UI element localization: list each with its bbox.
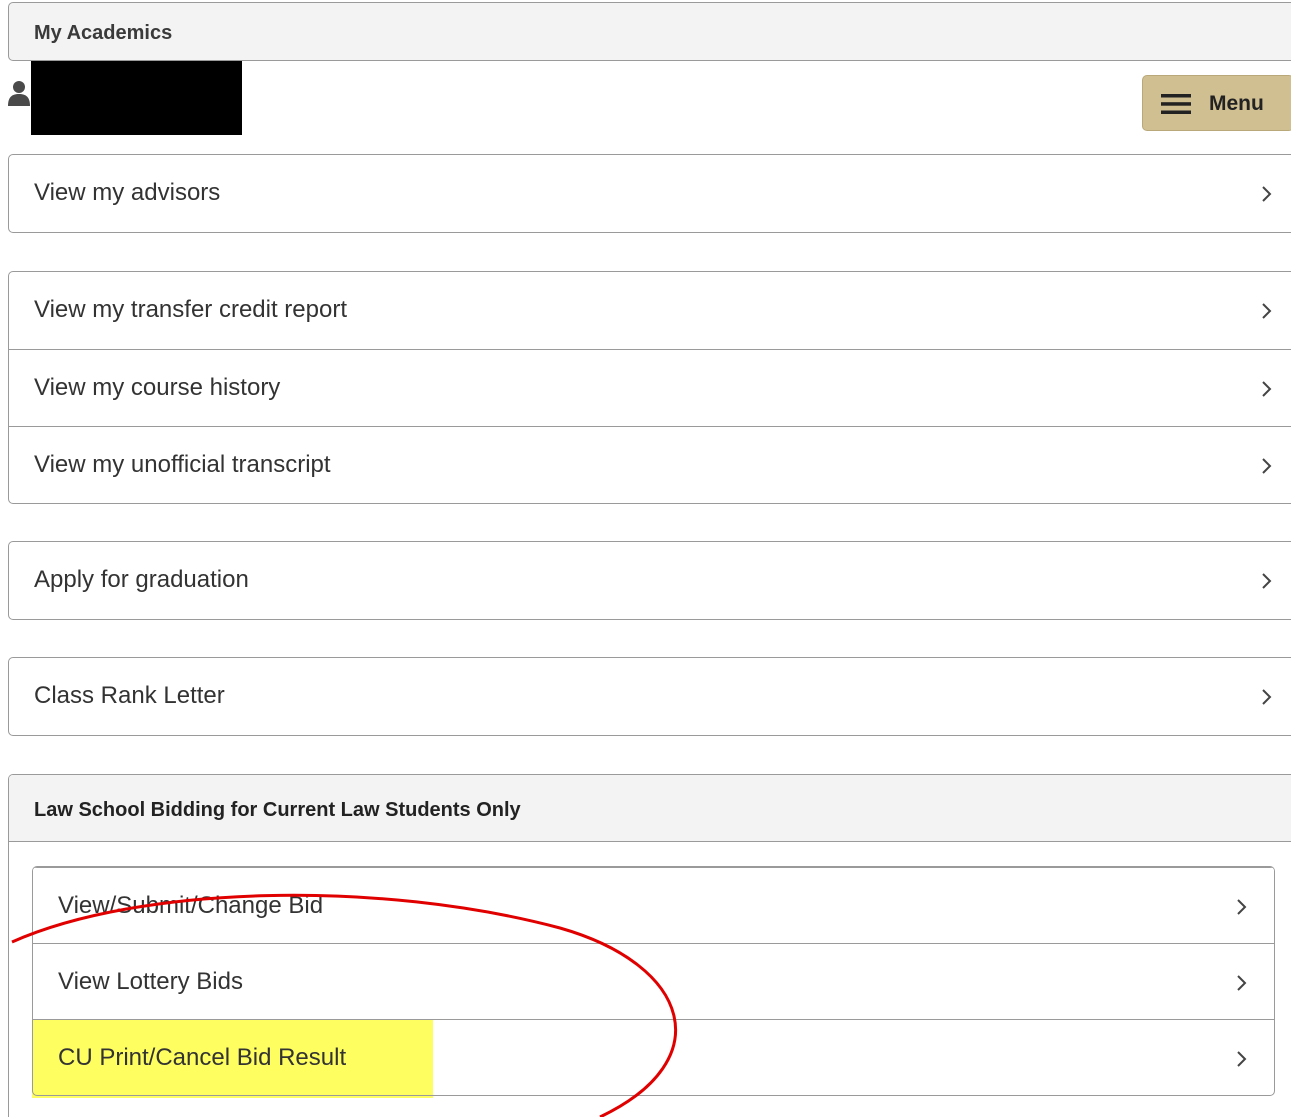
bidding-list: View/Submit/Change Bid View Lottery Bids… [32, 866, 1275, 1096]
class-rank-group: Class Rank Letter [8, 657, 1291, 736]
list-item-label: Class Rank Letter [34, 682, 225, 709]
list-item-label: View Lottery Bids [58, 968, 243, 995]
list-item-view-advisors[interactable]: View my advisors [9, 155, 1291, 232]
list-item-label: View my unofficial transcript [34, 451, 331, 478]
list-item-print-cancel-bid[interactable]: CU Print/Cancel Bid Result [33, 1019, 1274, 1095]
chevron-right-icon [1237, 975, 1247, 991]
list-item-transfer-credit[interactable]: View my transfer credit report [9, 272, 1291, 349]
list-item-class-rank-letter[interactable]: Class Rank Letter [9, 658, 1291, 735]
list-item-lottery-bids[interactable]: View Lottery Bids [33, 943, 1274, 1019]
hamburger-icon [1161, 94, 1191, 114]
graduation-group: Apply for graduation [8, 541, 1291, 620]
section-title: Law School Bidding for Current Law Stude… [34, 799, 521, 821]
chevron-right-icon [1262, 689, 1272, 705]
list-item-course-history[interactable]: View my course history [9, 349, 1291, 426]
list-item-label: View my transfer credit report [34, 296, 347, 323]
list-item-label: CU Print/Cancel Bid Result [58, 1044, 347, 1071]
list-item-label: Apply for graduation [34, 566, 249, 593]
user-icon [8, 81, 30, 106]
chevron-right-icon [1262, 458, 1272, 474]
redacted-user-name [31, 61, 242, 135]
records-group: View my transfer credit report View my c… [8, 271, 1291, 504]
chevron-right-icon [1262, 303, 1272, 319]
menu-button[interactable]: Menu [1142, 75, 1291, 131]
chevron-right-icon [1262, 186, 1272, 202]
list-item-submit-bid[interactable]: View/Submit/Change Bid [33, 867, 1274, 943]
list-item-label: View/Submit/Change Bid [58, 892, 324, 919]
advisors-group: View my advisors [8, 154, 1291, 233]
chevron-right-icon [1262, 573, 1272, 589]
chevron-right-icon [1237, 1051, 1247, 1067]
chevron-right-icon [1237, 899, 1247, 915]
list-item-label: View my advisors [34, 179, 221, 206]
menu-label: Menu [1209, 92, 1264, 115]
list-item-label: View my course history [34, 374, 281, 401]
page-title: My Academics [34, 22, 173, 44]
list-item-apply-graduation[interactable]: Apply for graduation [9, 542, 1291, 619]
list-item-unofficial-transcript[interactable]: View my unofficial transcript [9, 426, 1291, 503]
page-header: My Academics [8, 2, 1291, 61]
chevron-right-icon [1262, 381, 1272, 397]
section-header: Law School Bidding for Current Law Stude… [9, 775, 1291, 842]
